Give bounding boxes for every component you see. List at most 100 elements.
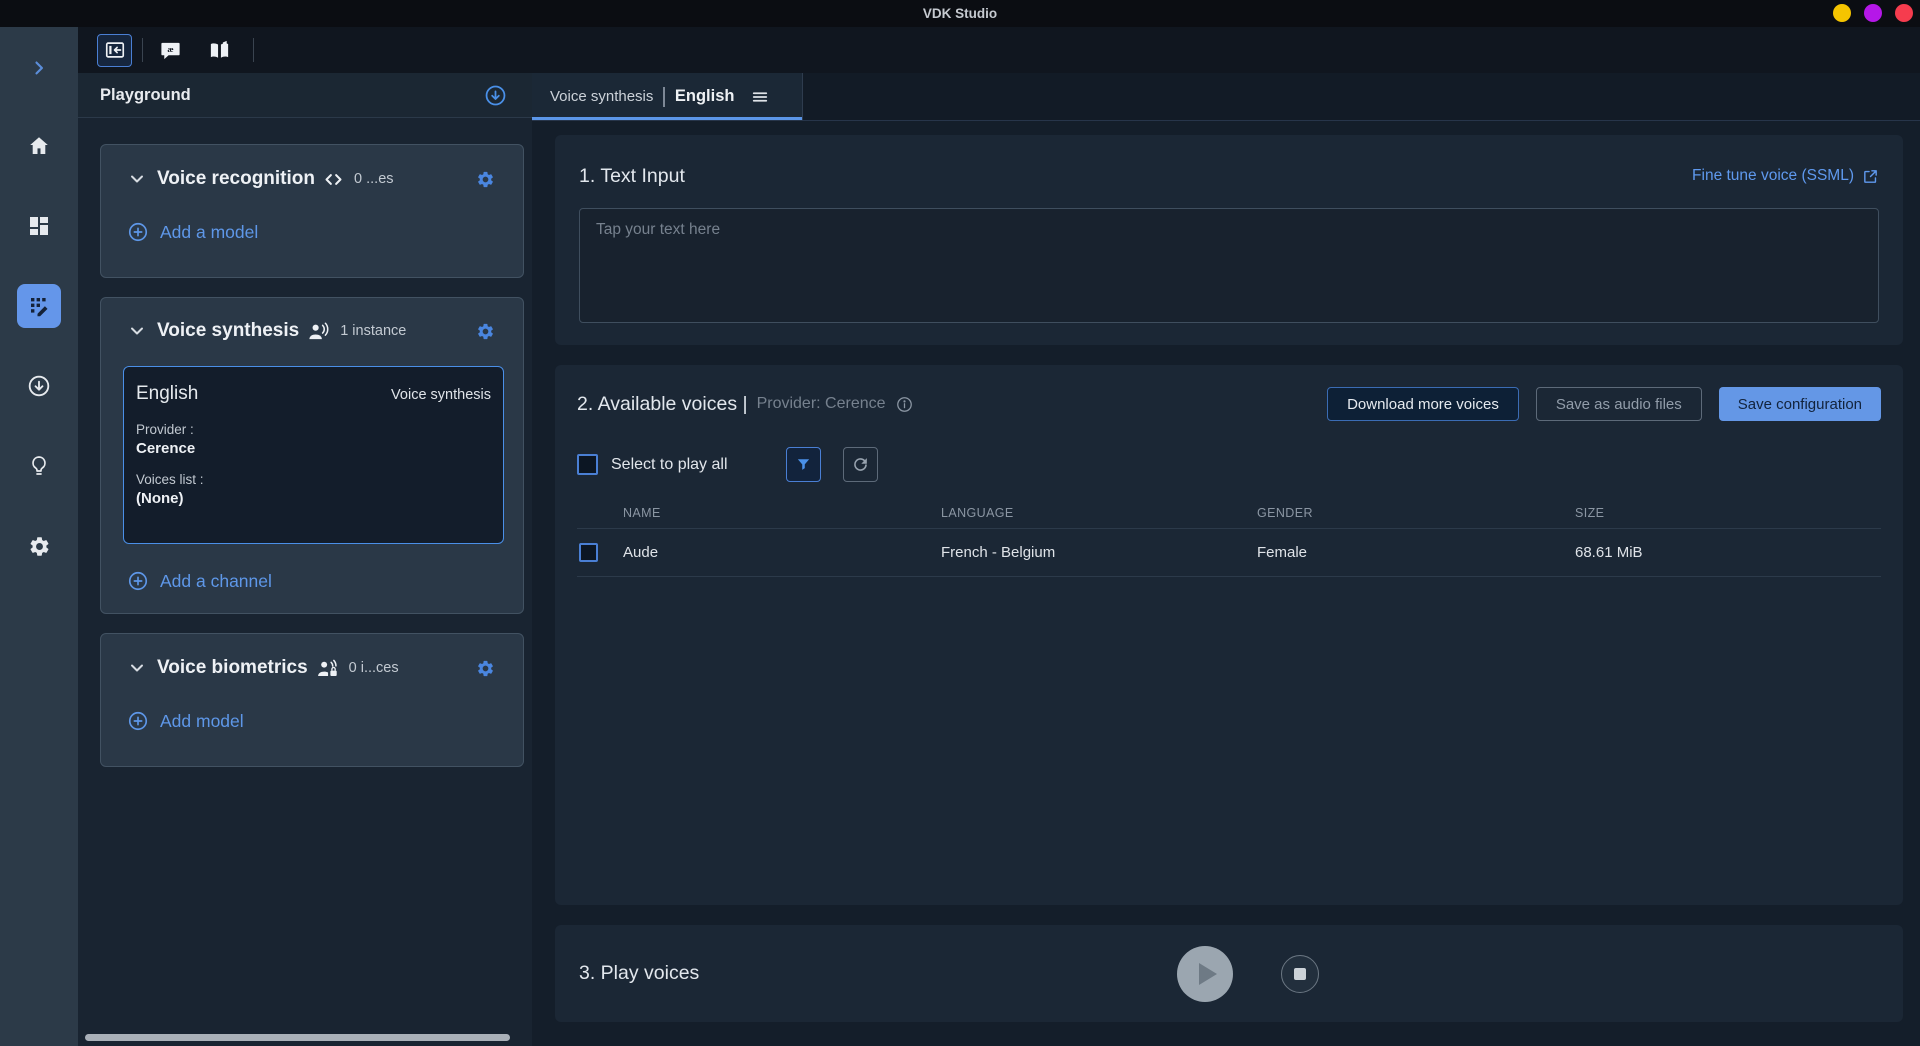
chevron-down-icon[interactable] (127, 321, 147, 341)
gear-icon[interactable] (476, 170, 495, 189)
voice-over-icon (307, 320, 330, 343)
tab-menu-icon[interactable] (750, 87, 770, 107)
channel-type: Voice synthesis (391, 387, 491, 403)
toolbar: æ (78, 27, 1920, 73)
fine-tune-ssml-link[interactable]: Fine tune voice (SSML) (1692, 167, 1879, 185)
chevron-down-icon[interactable] (127, 169, 147, 189)
window-dot-red[interactable] (1895, 4, 1913, 22)
col-name: NAME (623, 506, 941, 520)
nav-tips-button[interactable] (17, 444, 61, 488)
gear-icon[interactable] (476, 322, 495, 341)
instance-count: 1 instance (340, 323, 406, 339)
download-more-voices-button[interactable]: Download more voices (1327, 387, 1519, 421)
filter-button[interactable] (786, 447, 821, 482)
window-titlebar: VDK Studio (0, 0, 1920, 27)
nav-dashboard-button[interactable] (17, 204, 61, 248)
window-dot-purple[interactable] (1864, 4, 1882, 22)
save-as-audio-files-button[interactable]: Save as audio files (1536, 387, 1702, 421)
select-all-checkbox[interactable] (577, 454, 598, 475)
card-title: Voice recognition (157, 168, 315, 190)
voices-list-value: (None) (136, 490, 491, 507)
main-scroll: 1. Text Input Fine tune voice (SSML) 2. … (532, 121, 1920, 1046)
channel-card-english[interactable]: English Voice synthesis Provider : Ceren… (123, 366, 504, 544)
voice-biometrics-card: Voice biometrics 0 i...ces Add model (100, 633, 524, 767)
voice-biometrics-header: Voice biometrics 0 i...ces (101, 634, 523, 702)
code-icon (323, 169, 344, 190)
add-model-link[interactable]: Add model (127, 710, 244, 732)
left-rail (0, 27, 78, 1046)
gear-icon[interactable] (476, 659, 495, 678)
voice-language: French - Belgium (941, 544, 1257, 561)
tab-module-label: Voice synthesis (550, 88, 653, 105)
plus-circle-icon (127, 221, 149, 243)
provider-value: Cerence (136, 440, 491, 457)
voice-recognition-card: Voice recognition 0 ...es Add a model (100, 144, 524, 278)
add-model-link[interactable]: Add a model (127, 221, 258, 243)
instance-count: 0 ...es (354, 171, 394, 187)
play-button[interactable] (1177, 946, 1233, 1002)
add-channel-link[interactable]: Add a channel (127, 570, 272, 592)
plus-circle-icon (127, 570, 149, 592)
tab-instance-label: English (675, 87, 735, 106)
col-size: SIZE (1575, 506, 1881, 520)
voice-synthesis-header: Voice synthesis 1 instance (101, 298, 523, 364)
add-model-label: Add a model (160, 222, 258, 243)
window-controls (1833, 4, 1913, 22)
horizontal-scrollbar[interactable] (85, 1034, 510, 1041)
tab-voice-synthesis-english[interactable]: Voice synthesis English (532, 73, 803, 120)
add-channel-label: Add a channel (160, 571, 272, 592)
svg-text:æ: æ (167, 44, 173, 54)
text-input-section: 1. Text Input Fine tune voice (SSML) (555, 135, 1903, 345)
stop-icon (1294, 968, 1306, 980)
nav-downloads-button[interactable] (17, 364, 61, 408)
voice-size: 68.61 MiB (1575, 544, 1881, 561)
stop-button[interactable] (1281, 955, 1319, 993)
window-dot-yellow[interactable] (1833, 4, 1851, 22)
instance-count: 0 i...ces (349, 660, 399, 676)
select-all-label: Select to play all (611, 456, 728, 474)
col-language: LANGUAGE (941, 506, 1257, 520)
voices-list-label: Voices list : (136, 472, 491, 487)
refresh-button[interactable] (843, 447, 878, 482)
documentation-book-icon (208, 39, 231, 62)
info-icon[interactable] (895, 395, 914, 414)
download-configuration-icon[interactable] (483, 83, 508, 108)
refresh-icon (851, 455, 870, 474)
voice-recognition-header: Voice recognition 0 ...es (101, 145, 523, 213)
playground-panel: Playground Voice recognition 0 ...es (78, 73, 532, 1046)
home-icon (27, 134, 51, 158)
voice-synthesis-card: Voice synthesis 1 instance English Voice… (100, 297, 524, 614)
tab-strip: Voice synthesis English (532, 73, 1920, 121)
expand-sidebar-button[interactable] (29, 45, 49, 91)
phonemes-button[interactable]: æ (153, 34, 188, 67)
voice-gender: Female (1257, 544, 1575, 561)
play-voices-section: 3. Play voices (555, 925, 1903, 1022)
chevron-down-icon[interactable] (127, 658, 147, 678)
section3-title: 3. Play voices (579, 962, 699, 985)
voices-table-header: NAME LANGUAGE GENDER SIZE (577, 498, 1881, 529)
collapse-panel-button[interactable] (97, 34, 132, 67)
play-icon (1199, 963, 1217, 985)
playground-icon (27, 294, 51, 318)
text-input-field[interactable] (579, 208, 1879, 323)
playground-header: Playground (78, 73, 532, 118)
nav-settings-button[interactable] (17, 524, 61, 568)
channel-name: English (136, 383, 198, 405)
plus-circle-icon (127, 710, 149, 732)
lightbulb-icon (27, 454, 51, 478)
collapse-panel-icon (104, 39, 126, 61)
provider-info: Provider: Cerence (757, 395, 886, 413)
section2-title: 2. Available voices | (577, 393, 748, 416)
external-link-icon (1862, 168, 1879, 185)
nav-playground-button[interactable] (17, 284, 61, 328)
provider-label: Provider : (136, 422, 491, 437)
tab-divider (663, 87, 665, 107)
save-configuration-button[interactable]: Save configuration (1719, 387, 1881, 421)
table-row[interactable]: Aude French - Belgium Female 68.61 MiB (577, 529, 1881, 577)
documentation-button[interactable] (202, 34, 237, 67)
nav-home-button[interactable] (17, 124, 61, 168)
voice-name: Aude (623, 544, 941, 561)
toolbar-divider (253, 38, 254, 62)
toolbar-divider (142, 38, 143, 62)
row-checkbox[interactable] (579, 543, 598, 562)
